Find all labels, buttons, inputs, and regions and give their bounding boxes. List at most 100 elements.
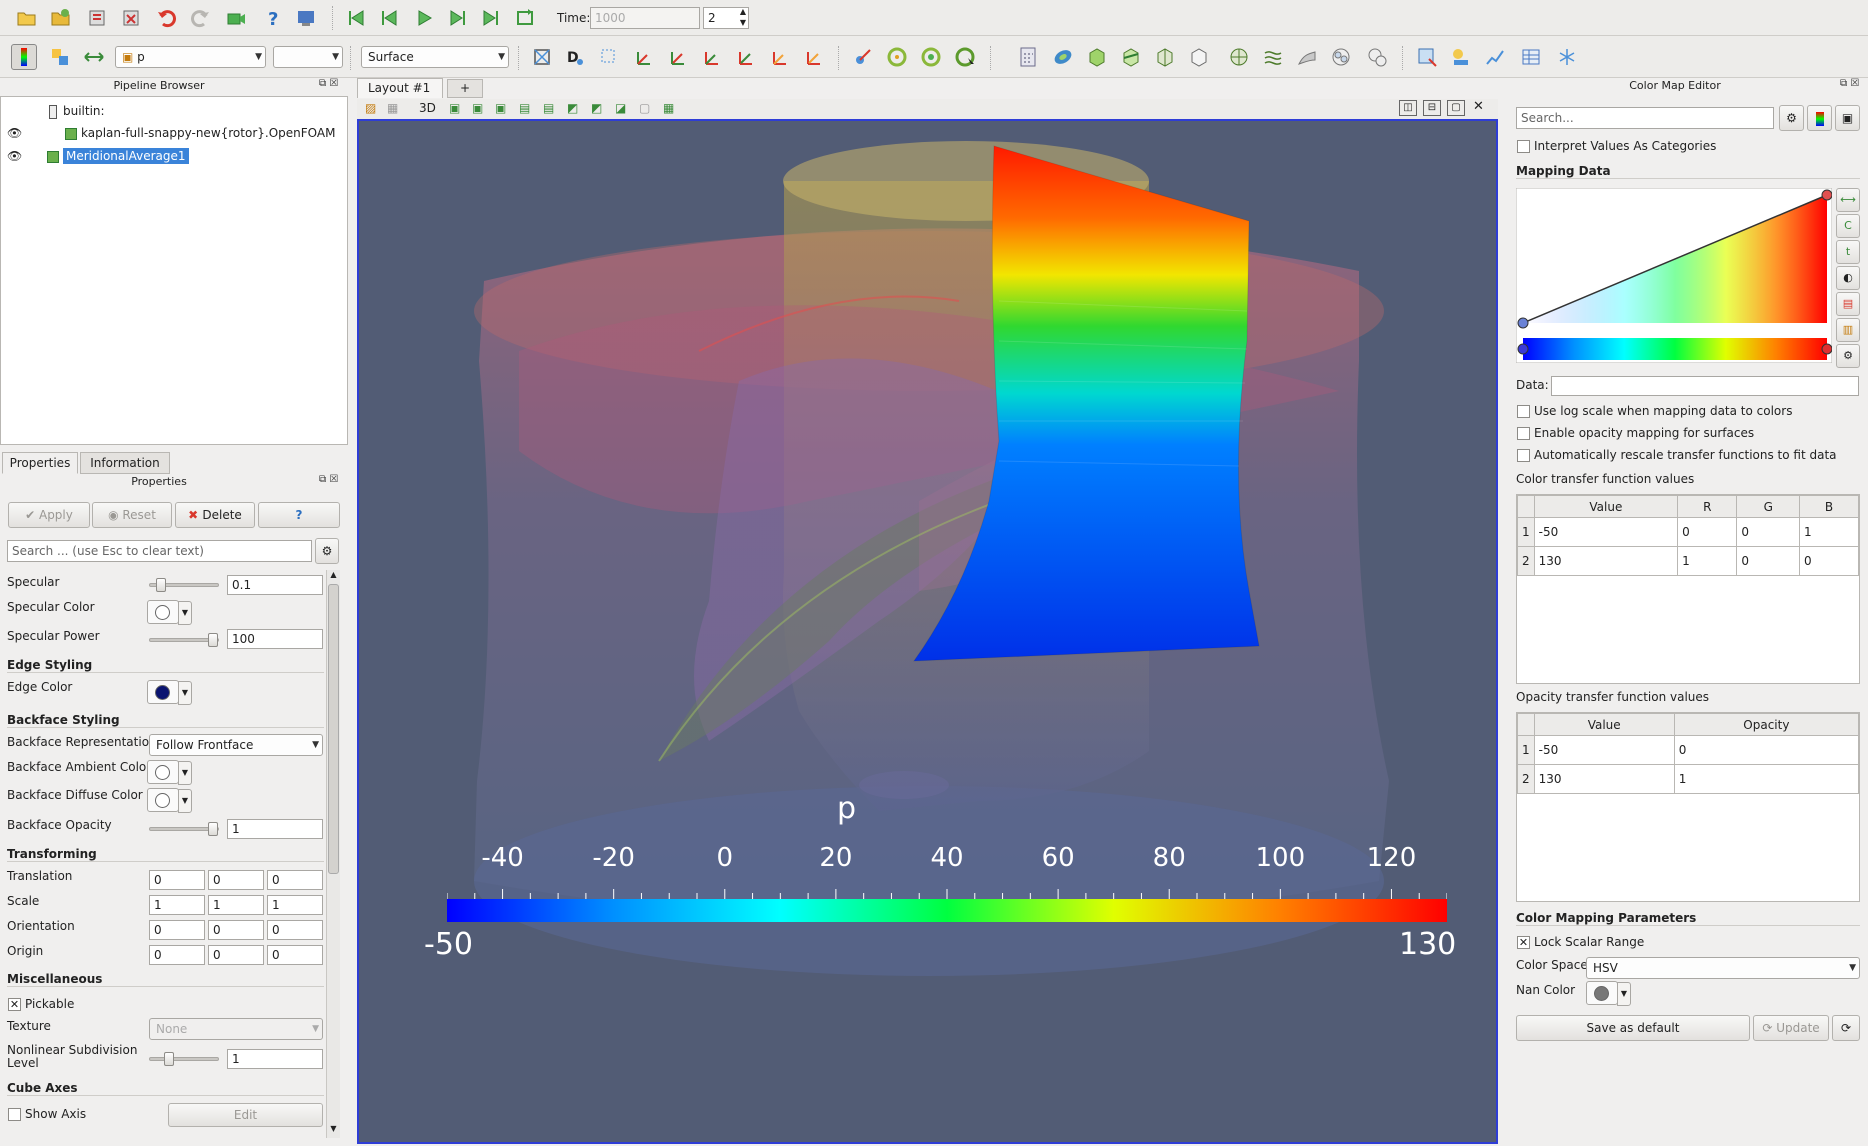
close-view-icon[interactable]: ✕ — [1473, 99, 1484, 114]
scroll-up-icon[interactable]: ▲ — [327, 570, 340, 582]
screenshot-icon[interactable]: ▦ — [387, 101, 398, 115]
select-polygon-points-icon[interactable]: ◩ — [591, 101, 602, 115]
slice-icon[interactable] — [1118, 44, 1144, 70]
color-map-search-input[interactable]: Search... — [1516, 107, 1774, 129]
select-polygon-cells-icon[interactable]: ◩ — [567, 101, 578, 115]
table-row[interactable]: 2 130 1 — [1517, 764, 1860, 794]
choose-preset-small-icon[interactable]: ▤ — [1836, 292, 1860, 316]
slider-knob[interactable] — [208, 633, 218, 647]
scalar-bar[interactable] — [447, 889, 1447, 922]
recent-file-icon[interactable] — [48, 5, 74, 31]
disconnect-icon[interactable] — [118, 5, 144, 31]
opacity-mapping-checkbox[interactable] — [1517, 427, 1530, 440]
table-cell[interactable]: 0 — [1799, 546, 1859, 576]
contour-icon[interactable] — [1050, 44, 1076, 70]
color-array-select[interactable]: ▣ p ▼ — [115, 46, 266, 68]
camera-toolbar-icon[interactable]: ▨ — [365, 101, 376, 115]
tab-properties[interactable]: Properties — [2, 452, 78, 474]
pipeline-dock-buttons[interactable]: ⧉ ☒ — [319, 78, 338, 89]
layout-tab[interactable]: Layout #1 ✕ — [357, 78, 443, 114]
reset-button[interactable]: ◉ Reset — [92, 502, 172, 528]
orientation-x-field[interactable]: 0 — [149, 920, 205, 940]
table-cell[interactable]: 1 — [1673, 764, 1860, 794]
backface-diffuse-color-button[interactable]: ▼ — [147, 788, 192, 813]
backface-ambient-color-button[interactable]: ▼ — [147, 760, 192, 785]
play-icon[interactable] — [411, 5, 437, 31]
redo-icon[interactable] — [187, 5, 213, 31]
color-space-select[interactable]: HSV ▼ — [1586, 957, 1860, 979]
zoom-data-icon[interactable]: D — [562, 44, 588, 70]
column-header-b[interactable]: B — [1799, 495, 1859, 518]
view-mode-3d-button[interactable]: 3D — [419, 101, 436, 115]
dropdown-arrow-icon[interactable]: ▼ — [1617, 982, 1631, 1006]
advanced-gear-icon[interactable]: ⚙ — [1779, 105, 1804, 131]
auto-update-icon[interactable]: ⟳ — [1832, 1015, 1860, 1041]
spreadsheet-icon[interactable] — [1518, 44, 1544, 70]
maximize-view-icon[interactable]: ▢ — [1447, 100, 1465, 116]
lock-scalar-range-checkbox[interactable]: ✕ — [1517, 936, 1530, 949]
threshold-icon[interactable] — [1152, 44, 1178, 70]
glyph-icon[interactable] — [1226, 44, 1252, 70]
whats-this-icon[interactable] — [293, 5, 319, 31]
query-icon[interactable] — [1448, 44, 1474, 70]
show-center-icon[interactable] — [850, 44, 876, 70]
edit-cube-axes-button[interactable]: Edit — [168, 1103, 323, 1127]
undo-icon[interactable] — [154, 5, 180, 31]
pipeline-item-openfoam[interactable]: kaplan-full-snappy-new{rotor}.OpenFOAM — [65, 123, 335, 143]
reset-center-icon[interactable] — [884, 44, 910, 70]
backface-representation-select[interactable]: Follow Frontface ▼ — [149, 734, 323, 756]
opacity-control-point-2[interactable] — [1821, 189, 1832, 201]
update-button[interactable]: ⟳ Update — [1753, 1015, 1829, 1041]
pipeline-tree[interactable]: builtin: 👁 kaplan-full-snappy-new{rotor}… — [0, 96, 348, 445]
clear-selection-icon[interactable]: ▢ — [639, 101, 650, 115]
specular-power-slider[interactable] — [149, 633, 219, 647]
delete-button[interactable]: ✖ Delete — [175, 502, 255, 528]
backface-opacity-field[interactable]: 1 — [227, 819, 323, 839]
data-field[interactable] — [1551, 376, 1859, 396]
representation-select[interactable]: Surface ▼ — [361, 46, 509, 68]
column-header-value[interactable]: Value — [1533, 495, 1679, 518]
spin-arrows-icon[interactable]: ▲ ▼ — [740, 6, 746, 28]
timestep-spinbox[interactable]: 2 ▲ ▼ — [703, 7, 749, 29]
calculator-icon[interactable] — [1015, 44, 1041, 70]
table-cell[interactable]: 0 — [1677, 517, 1738, 547]
view-interaction-icon[interactable]: ▣ — [449, 101, 460, 115]
opacity-tf-table[interactable]: Value Opacity 1 -50 0 2 130 1 — [1517, 713, 1860, 794]
column-header-opacity[interactable]: Opacity — [1673, 713, 1860, 736]
render-view[interactable]: p -40 -20 0 20 40 60 80 100 120 -50 130 — [357, 119, 1498, 1144]
pipeline-item-builtin[interactable]: builtin: — [49, 101, 105, 121]
select-points-view-icon[interactable]: ▣ — [495, 101, 506, 115]
slider-knob[interactable] — [156, 578, 166, 592]
view-pos-y-icon[interactable] — [698, 44, 724, 70]
rescale-to-data-icon[interactable]: ⟷ — [1836, 188, 1860, 212]
float-icon[interactable]: ⧉ — [1840, 78, 1847, 89]
group-datasets-icon[interactable] — [1328, 44, 1354, 70]
color-map-dock-buttons[interactable]: ⧉ ☒ — [1840, 78, 1859, 89]
scroll-down-icon[interactable]: ▼ — [327, 1124, 340, 1136]
translation-z-field[interactable]: 0 — [267, 870, 323, 890]
open-file-icon[interactable] — [14, 5, 40, 31]
select-frustum-cells-icon[interactable]: ▤ — [519, 101, 530, 115]
float-icon[interactable]: ⧉ — [319, 474, 326, 485]
pickable-checkbox[interactable]: ✕ — [8, 998, 21, 1011]
nan-color-button[interactable]: ▼ — [1586, 981, 1631, 1006]
scale-y-field[interactable]: 1 — [208, 895, 264, 915]
properties-scrollbar[interactable]: ▲ ▼ — [326, 570, 340, 1138]
snowflake-icon[interactable] — [1554, 44, 1580, 70]
slider-knob[interactable] — [208, 822, 218, 836]
add-layout-tab-button[interactable]: + — [447, 79, 483, 98]
extract-subset-icon[interactable] — [1186, 44, 1212, 70]
origin-z-field[interactable]: 0 — [267, 945, 323, 965]
connect-icon[interactable] — [84, 5, 110, 31]
dropdown-arrow-icon[interactable]: ▼ — [178, 681, 192, 705]
stream-tracer-icon[interactable] — [1260, 44, 1286, 70]
save-preset-small-icon[interactable]: ▥ — [1836, 318, 1860, 342]
table-cell[interactable]: -50 — [1533, 735, 1675, 765]
help-button[interactable]: ? — [258, 502, 340, 528]
table-cell[interactable]: 0 — [1736, 517, 1801, 547]
float-icon[interactable]: ⧉ — [319, 78, 326, 89]
column-header-g[interactable]: G — [1736, 495, 1801, 518]
scrollbar-thumb[interactable] — [328, 584, 339, 874]
next-frame-icon[interactable] — [444, 5, 470, 31]
rotate-around-icon[interactable] — [952, 44, 978, 70]
